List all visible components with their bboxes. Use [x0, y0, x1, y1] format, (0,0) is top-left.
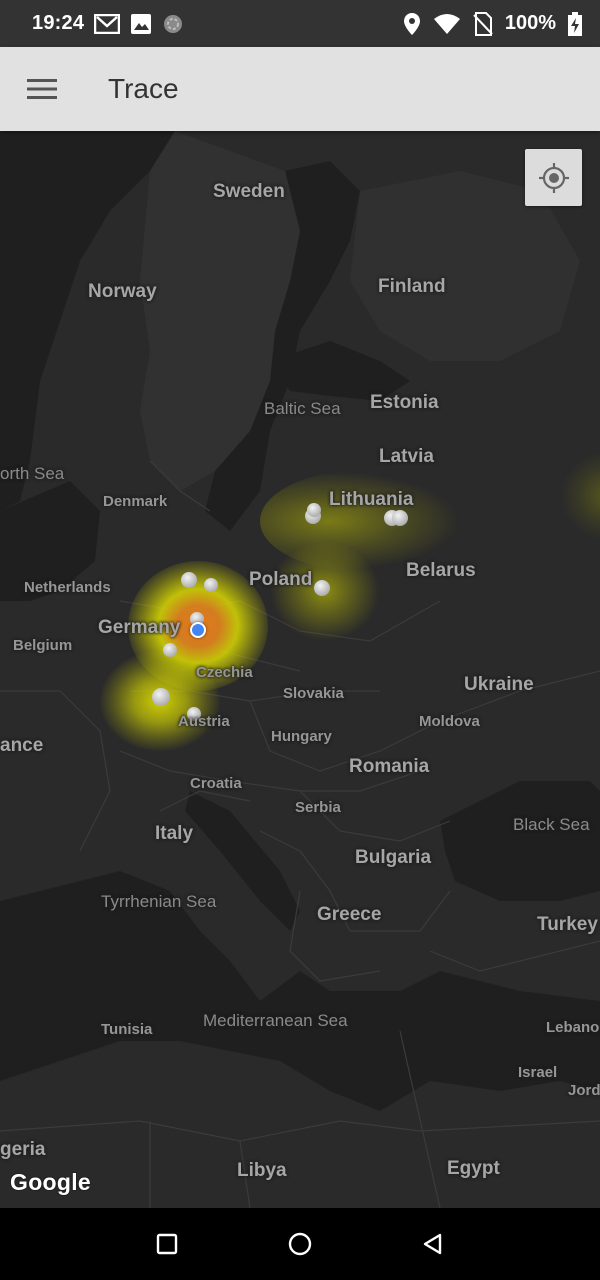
location-marker[interactable]: [204, 578, 218, 592]
map-label-italy: Italy: [155, 823, 194, 844]
status-left-icons: [94, 13, 184, 35]
back-button[interactable]: [403, 1214, 463, 1274]
map-label-hungary: Hungary: [271, 728, 332, 745]
map-label-tunisia: Tunisia: [101, 1021, 153, 1038]
map-label-romania: Romania: [349, 756, 430, 777]
wifi-icon: [433, 13, 461, 35]
map-label-libya: Libya: [237, 1160, 287, 1181]
map-label-bulgaria: Bulgaria: [355, 847, 432, 868]
map-label-austria: Austria: [178, 713, 230, 730]
location-marker[interactable]: [307, 503, 321, 517]
location-marker[interactable]: [392, 510, 408, 526]
system-nav-bar: [0, 1208, 600, 1280]
map-label-greece: Greece: [317, 904, 382, 925]
map-label-jordan: Jord: [568, 1082, 600, 1099]
map-label-czechia: Czechia: [196, 664, 253, 681]
map-label-serbia: Serbia: [295, 799, 341, 816]
current-location-dot: [190, 622, 206, 638]
battery-charging-icon: [568, 11, 582, 36]
map-label-moldova: Moldova: [419, 713, 480, 730]
map-label-france: ance: [0, 735, 44, 756]
map-label-germany: Germany: [98, 617, 181, 638]
location-marker[interactable]: [163, 643, 177, 657]
app-title: Trace: [108, 73, 179, 104]
map-label-algeria: geria: [0, 1139, 46, 1160]
status-right-icons: 100%: [403, 11, 582, 36]
map-label-israel: Israel: [518, 1064, 558, 1081]
map-label-slovakia: Slovakia: [283, 685, 344, 702]
location-marker[interactable]: [314, 580, 330, 596]
map-label-finland: Finland: [378, 276, 446, 297]
status-time: 19:24: [32, 12, 85, 34]
map-label-baltic-sea: Baltic Sea: [264, 399, 341, 418]
map-label-norway: Norway: [88, 281, 157, 302]
map-label-poland: Poland: [249, 569, 313, 590]
map-label-belgium: Belgium: [13, 637, 73, 654]
home-circle-icon: [288, 1232, 312, 1256]
no-sim-icon: [473, 11, 493, 36]
map-label-tyrrhenian-sea: Tyrrhenian Sea: [101, 892, 217, 911]
app-bar: Trace: [0, 47, 600, 131]
location-icon: [403, 12, 421, 36]
map-label-lebanon: Lebano: [546, 1019, 600, 1036]
map-label-turkey: Turkey: [537, 914, 598, 935]
back-triangle-icon: [424, 1233, 442, 1255]
location-marker[interactable]: [152, 688, 170, 706]
map-label-estonia: Estonia: [370, 392, 439, 413]
menu-button[interactable]: [0, 47, 84, 131]
menu-icon: [27, 79, 57, 99]
map-label-ukraine: Ukraine: [464, 674, 534, 695]
google-attribution: Google: [10, 1169, 92, 1195]
gmail-icon: [94, 13, 121, 34]
heatmap-map[interactable]: Sweden Norway Finland Estonia Latvia Lit…: [0, 131, 600, 1208]
recents-button[interactable]: [137, 1214, 197, 1274]
map-label-black-sea: Black Sea: [513, 815, 590, 834]
map-label-lithuania: Lithuania: [329, 489, 414, 510]
map-label-north-sea: orth Sea: [0, 464, 65, 483]
recents-square-icon: [156, 1233, 177, 1255]
home-button[interactable]: [270, 1214, 330, 1274]
map-label-mediterranean-sea: Mediterranean Sea: [203, 1011, 348, 1030]
map-label-sweden: Sweden: [213, 181, 285, 202]
map-label-denmark: Denmark: [103, 493, 168, 510]
map-label-belarus: Belarus: [406, 560, 476, 581]
my-location-icon: [538, 162, 569, 193]
map-label-egypt: Egypt: [447, 1158, 500, 1179]
image-icon: [130, 13, 152, 35]
battery-percent: 100%: [504, 12, 556, 34]
sync-icon: [162, 13, 184, 35]
map-label-croatia: Croatia: [190, 775, 242, 792]
status-bar: 19:24 100%: [0, 0, 600, 47]
location-marker[interactable]: [181, 572, 197, 588]
my-location-button[interactable]: [525, 149, 582, 206]
map-label-latvia: Latvia: [379, 446, 434, 467]
map-label-netherlands: Netherlands: [24, 579, 111, 596]
